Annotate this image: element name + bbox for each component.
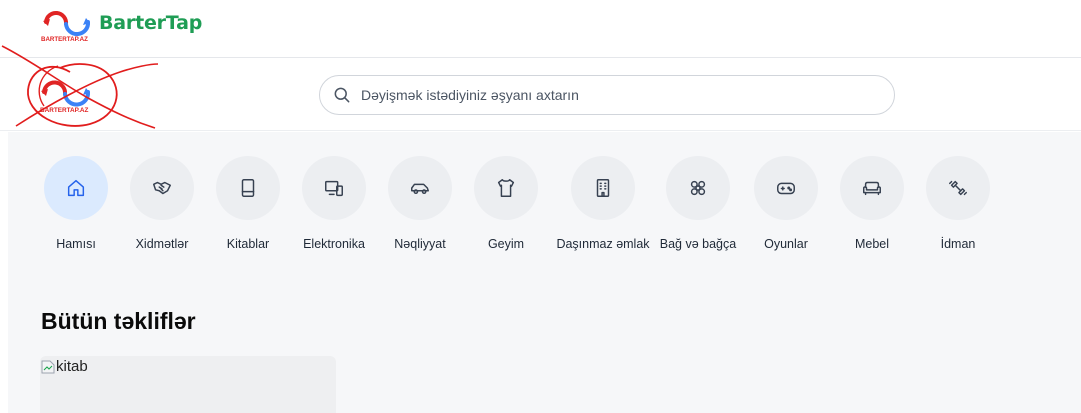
category-circle[interactable] — [666, 156, 730, 220]
category-circle[interactable] — [44, 156, 108, 220]
shirt-icon — [497, 179, 515, 197]
category-services[interactable]: Xidmətlər — [126, 156, 198, 251]
main-content: Hamısı Xidmətlər Kitablar Elektronika Nə — [8, 132, 1081, 413]
logo-wordmark: BARTERTAP.AZ — [41, 36, 88, 43]
category-all[interactable]: Hamısı — [40, 156, 112, 251]
category-clothing[interactable]: Geyim — [470, 156, 542, 251]
broken-image-icon — [41, 360, 55, 373]
category-label: Kitablar — [226, 237, 270, 251]
category-label: Xidmətlər — [135, 237, 189, 251]
category-circle[interactable] — [840, 156, 904, 220]
category-label: Daşınmaz əmlak — [556, 237, 650, 251]
category-games[interactable]: Oyunlar — [750, 156, 822, 251]
section-title: Bütün təkliflər — [41, 308, 196, 334]
category-garden[interactable]: Bağ və bağça — [658, 156, 738, 251]
category-circle[interactable] — [388, 156, 452, 220]
header-logo[interactable]: BARTERTAP.AZ — [38, 77, 94, 115]
category-label: Nəqliyyat — [394, 237, 446, 251]
offer-image[interactable]: kitab — [40, 358, 88, 375]
category-label: Bağ və bağça — [659, 237, 737, 251]
category-circle[interactable] — [216, 156, 280, 220]
category-circle[interactable] — [302, 156, 366, 220]
category-circle[interactable] — [754, 156, 818, 220]
bartertap-logo: BARTERTAP.AZ — [40, 8, 94, 44]
category-label: Mebel — [854, 237, 890, 251]
top-bar: BARTERTAP.AZ BarterTap — [0, 0, 1081, 58]
category-transport[interactable]: Nəqliyyat — [384, 156, 456, 251]
category-books[interactable]: Kitablar — [212, 156, 284, 251]
devices-icon — [325, 180, 343, 197]
category-label: Elektronika — [303, 237, 365, 251]
category-electronics[interactable]: Elektronika — [298, 156, 370, 251]
handshake-icon — [153, 181, 171, 195]
category-sports[interactable]: İdman — [922, 156, 994, 251]
search-icon[interactable] — [332, 85, 352, 105]
brand-name: BarterTap — [99, 12, 203, 34]
car-icon — [411, 183, 429, 195]
category-real-estate[interactable]: Daşınmaz əmlak — [556, 156, 650, 251]
gamepad-icon — [777, 182, 795, 195]
flower-icon — [690, 180, 706, 196]
category-circle[interactable] — [130, 156, 194, 220]
header-logo-wordmark: BARTERTAP.AZ — [40, 107, 88, 114]
category-circle[interactable] — [926, 156, 990, 220]
home-icon — [67, 179, 85, 197]
category-bar: Hamısı Xidmətlər Kitablar Elektronika Nə — [40, 156, 994, 251]
dumbbell-icon — [949, 180, 967, 196]
offer-image-alt: kitab — [56, 358, 88, 375]
site-header: BARTERTAP.AZ — [0, 59, 1081, 131]
search-input[interactable] — [361, 87, 861, 103]
category-furniture[interactable]: Mebel — [836, 156, 908, 251]
category-circle[interactable] — [474, 156, 538, 220]
category-label: Geyim — [487, 237, 525, 251]
category-label: İdman — [940, 237, 976, 251]
category-circle[interactable] — [571, 156, 635, 220]
offer-card[interactable]: kitab — [40, 356, 336, 413]
sofa-icon — [863, 181, 881, 196]
building-icon — [596, 179, 610, 197]
category-label: Hamısı — [56, 237, 96, 251]
search-bar[interactable] — [319, 75, 895, 115]
book-icon — [241, 179, 255, 197]
brand[interactable]: BARTERTAP.AZ BarterTap — [40, 8, 202, 44]
category-label: Oyunlar — [764, 237, 808, 251]
